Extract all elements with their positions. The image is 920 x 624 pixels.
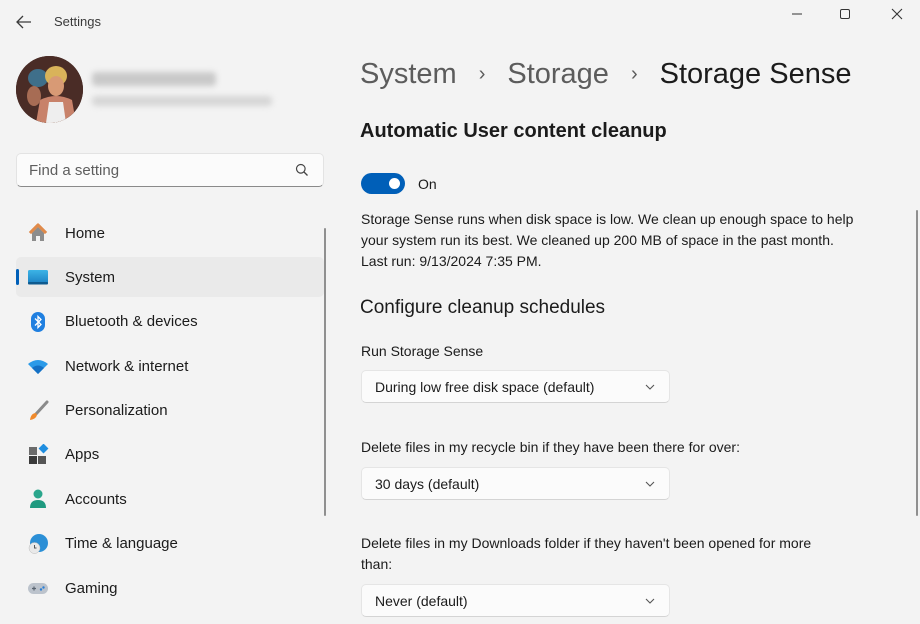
run-storage-sense-label: Run Storage Sense	[361, 343, 484, 359]
search-icon[interactable]	[287, 155, 317, 185]
schedules-title: Configure cleanup schedules	[360, 297, 606, 318]
downloads-folder-label: Delete files in my Downloads folder if t…	[361, 535, 812, 572]
downloads-folder-dropdown[interactable]: Never (default)	[361, 584, 670, 617]
run-storage-sense-dropdown[interactable]: During low free disk space (default)	[361, 370, 670, 403]
sidebar-item-gaming[interactable]: Gaming	[16, 568, 324, 608]
sidebar-item-label: Bluetooth & devices	[65, 313, 198, 331]
back-button[interactable]	[10, 10, 38, 34]
app-title: Settings	[54, 14, 101, 29]
sidebar-item-label: Apps	[65, 446, 100, 464]
toggle-state-label: On	[418, 175, 437, 192]
sidebar-item-system[interactable]: System	[16, 257, 324, 298]
breadcrumb-chevron-icon: ›	[630, 63, 638, 85]
toggle-knob	[389, 178, 400, 189]
minimize-icon	[792, 13, 802, 15]
dropdown-value: Never (default)	[375, 592, 468, 609]
breadcrumb-storage[interactable]: Storage	[507, 58, 609, 91]
breadcrumb-chevron-icon: ›	[478, 63, 486, 85]
avatar[interactable]	[16, 56, 83, 123]
maximize-button[interactable]	[822, 0, 868, 28]
sidebar-item-apps[interactable]: Apps	[16, 435, 324, 475]
content-scrollbar[interactable]	[916, 210, 918, 516]
recycle-bin-dropdown[interactable]: 30 days (default)	[361, 467, 670, 500]
storage-sense-toggle[interactable]: On	[361, 173, 437, 194]
breadcrumb-system[interactable]: System	[360, 58, 457, 91]
home-icon	[27, 222, 49, 244]
sidebar-item-bluetooth[interactable]: Bluetooth & devices	[16, 302, 324, 342]
arrow-left-icon	[16, 15, 31, 29]
sidebar-item-accounts[interactable]: Accounts	[16, 479, 324, 519]
system-display-icon	[27, 266, 49, 288]
section-title: Automatic User content cleanup	[360, 120, 667, 142]
sidebar-item-time-language[interactable]: Time & language	[16, 524, 324, 564]
dropdown-value: During low free disk space (default)	[375, 378, 595, 395]
paintbrush-icon	[27, 400, 49, 422]
sidebar-item-label: Accounts	[65, 490, 127, 508]
dropdown-value: 30 days (default)	[375, 475, 480, 492]
bluetooth-icon	[27, 311, 49, 333]
maximize-icon	[840, 9, 850, 19]
page-title: Storage Sense	[659, 58, 852, 90]
search-box[interactable]	[16, 153, 324, 187]
sidebar-item-network[interactable]: Network & internet	[16, 346, 324, 386]
chevron-down-icon	[645, 481, 655, 487]
sidebar-item-label: Time & language	[65, 535, 178, 553]
sidebar-item-home[interactable]: Home	[16, 213, 324, 253]
sidebar-item-label: Home	[65, 224, 106, 242]
close-icon	[891, 8, 903, 20]
recycle-bin-label: Delete files in my recycle bin if they h…	[361, 439, 740, 455]
apps-icon	[27, 443, 49, 466]
globe-clock-icon	[27, 533, 49, 555]
close-button[interactable]	[874, 0, 920, 28]
gamepad-icon	[27, 577, 49, 599]
sidebar-scrollbar[interactable]	[324, 228, 326, 516]
sidebar-item-label: Personalization	[65, 402, 168, 420]
toggle-switch[interactable]	[361, 173, 405, 194]
storage-sense-description: Storage Sense runs when disk space is lo…	[361, 211, 854, 269]
sidebar-item-label: Gaming	[65, 579, 118, 597]
search-input[interactable]	[17, 154, 287, 186]
user-name: User Name	[92, 72, 216, 86]
account-icon	[27, 488, 49, 510]
minimize-button[interactable]	[774, 0, 820, 28]
sidebar-item-personalization[interactable]: Personalization	[16, 391, 324, 431]
sidebar-item-label: System	[65, 268, 116, 286]
breadcrumb: System › Storage › Storage Sense	[360, 58, 851, 91]
sidebar-item-label: Network & internet	[65, 357, 189, 375]
sidebar-nav: Home System Bluetooth & devices Network …	[16, 213, 324, 613]
wifi-icon	[27, 355, 49, 377]
user-email: user@example.com	[92, 96, 272, 106]
avatar-image	[16, 56, 83, 123]
chevron-down-icon	[645, 384, 655, 390]
selection-indicator	[16, 269, 19, 286]
chevron-down-icon	[645, 598, 655, 604]
